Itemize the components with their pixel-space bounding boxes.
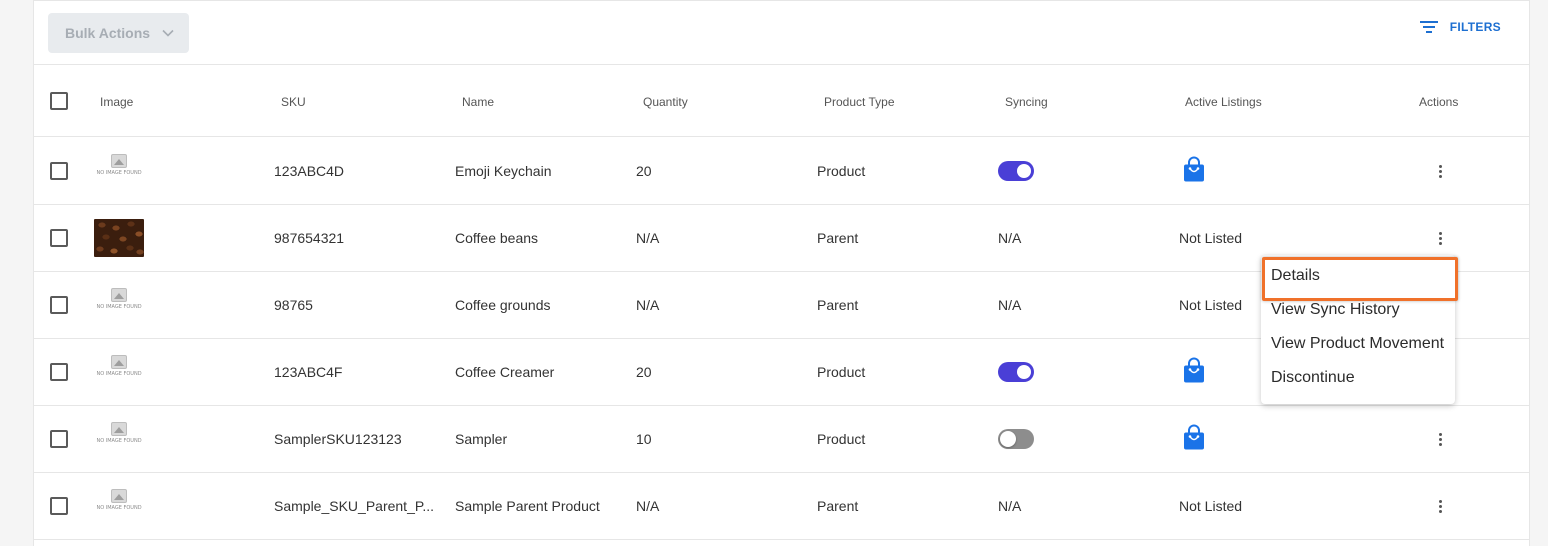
product-type-cell: Parent	[817, 230, 859, 246]
sku-cell: Sample_SKU_Parent_P...	[274, 498, 435, 514]
no-image-placeholder: NO IMAGE FOUND	[96, 154, 142, 188]
shopping-bag-icon[interactable]	[1183, 156, 1205, 186]
syncing-toggle[interactable]	[998, 362, 1034, 382]
product-type-cell: Parent	[817, 297, 859, 313]
filter-lines-icon	[1419, 19, 1440, 35]
row-checkbox[interactable]	[50, 363, 68, 381]
product-type-cell: Product	[817, 364, 866, 380]
bulk-actions-label: Bulk Actions	[65, 25, 151, 41]
more-vert-icon[interactable]	[1428, 494, 1452, 518]
sku-cell: SamplerSKU123123	[274, 431, 402, 447]
quantity-cell: N/A	[636, 230, 660, 246]
image-placeholder-icon	[111, 489, 127, 503]
table-row[interactable]: NO IMAGE FOUND SamplerSKU123123 Sampler …	[34, 406, 1529, 473]
filters-button[interactable]: FILTERS	[1419, 19, 1501, 35]
name-cell: Coffee beans	[455, 230, 539, 246]
row-checkbox[interactable]	[50, 430, 68, 448]
product-type-cell: Parent	[817, 498, 859, 514]
quantity-cell: 20	[636, 163, 652, 179]
row-checkbox[interactable]	[50, 497, 68, 515]
column-header-syncing[interactable]: Syncing	[1005, 95, 1048, 109]
column-header-sku[interactable]: SKU	[281, 95, 306, 109]
shopping-bag-icon[interactable]	[1183, 424, 1205, 454]
quantity-cell: 10	[636, 431, 652, 447]
column-header-image[interactable]: Image	[100, 95, 133, 109]
name-cell: Coffee Creamer	[455, 364, 555, 380]
product-thumbnail	[94, 219, 144, 257]
no-image-placeholder: NO IMAGE FOUND	[96, 422, 142, 456]
column-header-quantity[interactable]: Quantity	[643, 95, 688, 109]
product-type-cell: Product	[817, 163, 866, 179]
product-type-cell: Product	[817, 431, 866, 447]
syncing-toggle[interactable]	[998, 161, 1034, 181]
active-listings-cell: Not Listed	[1179, 297, 1243, 313]
row-checkbox[interactable]	[50, 296, 68, 314]
sku-cell: 123ABC4D	[274, 163, 345, 179]
menu-item-view-product-movement[interactable]: View Product Movement	[1261, 327, 1455, 361]
name-cell: Emoji Keychain	[455, 163, 552, 179]
image-placeholder-icon	[111, 154, 127, 168]
name-cell: Sampler	[455, 431, 508, 447]
sku-cell: 123ABC4F	[274, 364, 343, 380]
column-header-actions: Actions	[1419, 95, 1459, 109]
table-row[interactable]: NO IMAGE FOUND 123ABC4D Emoji Keychain 2…	[34, 138, 1529, 205]
image-placeholder-icon	[111, 355, 127, 369]
syncing-cell: N/A	[998, 297, 1022, 313]
more-vert-icon[interactable]	[1428, 427, 1452, 451]
column-header-name[interactable]: Name	[462, 95, 494, 109]
more-vert-icon[interactable]	[1428, 226, 1452, 250]
syncing-cell: N/A	[998, 230, 1022, 246]
sku-cell: 98765	[274, 297, 313, 313]
shopping-bag-icon[interactable]	[1183, 357, 1205, 387]
row-checkbox[interactable]	[50, 162, 68, 180]
quantity-cell: N/A	[636, 498, 660, 514]
row-checkbox[interactable]	[50, 229, 68, 247]
quantity-cell: 20	[636, 364, 652, 380]
active-listings-cell: Not Listed	[1179, 230, 1243, 246]
menu-item-discontinue[interactable]: Discontinue	[1261, 361, 1455, 395]
chevron-down-icon	[160, 25, 176, 41]
more-vert-icon[interactable]	[1428, 159, 1452, 183]
image-placeholder-icon	[111, 422, 127, 436]
table-header: Image SKU Name Quantity Product Type Syn…	[34, 66, 1529, 137]
image-placeholder-icon	[111, 288, 127, 302]
no-image-placeholder: NO IMAGE FOUND	[96, 355, 142, 389]
table-row[interactable]: NO IMAGE FOUND Sample_SKU_Parent_P... Sa…	[34, 473, 1529, 540]
no-image-placeholder: NO IMAGE FOUND	[96, 489, 142, 523]
name-cell: Sample Parent Product	[455, 498, 600, 514]
quantity-cell: N/A	[636, 297, 660, 313]
filters-label: FILTERS	[1449, 20, 1501, 34]
select-all-checkbox[interactable]	[50, 92, 68, 110]
toolbar: Bulk Actions FILTERS	[34, 1, 1529, 65]
sku-cell: 987654321	[274, 230, 345, 246]
name-cell: Coffee grounds	[455, 297, 551, 313]
column-header-product-type[interactable]: Product Type	[824, 95, 895, 109]
no-image-placeholder: NO IMAGE FOUND	[96, 288, 142, 322]
syncing-toggle[interactable]	[998, 429, 1034, 449]
actions-menu: Details View Sync History View Product M…	[1261, 255, 1458, 404]
syncing-cell: N/A	[998, 498, 1022, 514]
active-listings-cell: Not Listed	[1179, 498, 1243, 514]
menu-item-details[interactable]: Details	[1261, 257, 1458, 301]
column-header-active-listings[interactable]: Active Listings	[1185, 95, 1262, 109]
bulk-actions-button[interactable]: Bulk Actions	[48, 13, 189, 53]
